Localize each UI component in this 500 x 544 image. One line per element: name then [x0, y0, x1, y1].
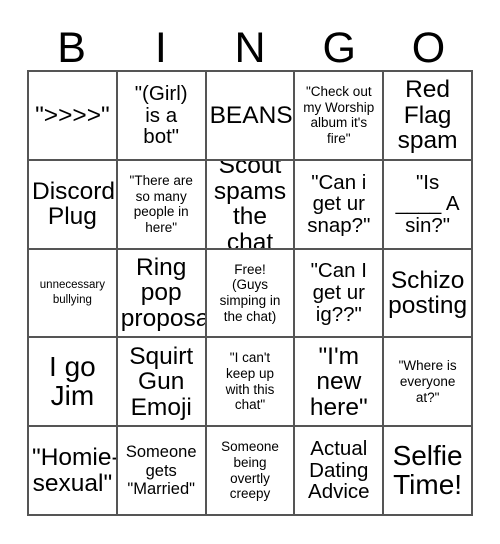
- bingo-cell-g4[interactable]: "I'm new here": [295, 338, 385, 428]
- bingo-header-letter-g: G: [322, 24, 356, 72]
- bingo-cell-b4[interactable]: I go Jim: [29, 338, 118, 428]
- bingo-cell-label: Red Flag spam: [397, 76, 458, 155]
- bingo-cell-label: Free! (Guys simping in the chat): [219, 261, 281, 324]
- bingo-cell-o3[interactable]: Schizo posting: [384, 249, 473, 339]
- bingo-cell-label: Someone being overtly creepy: [221, 439, 279, 502]
- bingo-cell-label: Actual Dating Advice: [308, 437, 370, 504]
- bingo-cell-label: "Can i get ur snap?": [307, 170, 371, 238]
- bingo-cell-n3[interactable]: Free! (Guys simping in the chat): [206, 249, 296, 339]
- bingo-cell-label: Squirt Gun Emoji: [129, 342, 194, 421]
- bingo-cell-label: I go Jim: [49, 351, 96, 411]
- bingo-cell-i2[interactable]: "There are so many people in here": [117, 160, 207, 250]
- bingo-cell-label: "There are so many people in here": [129, 172, 193, 235]
- bingo-cell-g5[interactable]: Actual Dating Advice: [295, 427, 385, 516]
- bingo-cell-i5[interactable]: Someone gets "Married": [117, 427, 207, 516]
- bingo-cell-label: "Check out my Worship album it's fire": [303, 84, 375, 147]
- bingo-cell-label: "Homie- sexual": [32, 444, 118, 497]
- bingo-cell-b5[interactable]: "Homie- sexual": [29, 427, 118, 516]
- bingo-cell-o2[interactable]: "Is ____ A sin?": [384, 160, 473, 250]
- bingo-cell-o4[interactable]: "Where is everyone at?": [384, 338, 473, 428]
- bingo-cell-label: "Is ____ A sin?": [395, 170, 460, 238]
- bingo-cell-label: Discord Plug: [32, 177, 116, 231]
- bingo-header-letter-n: N: [234, 24, 266, 72]
- bingo-header-letter-o: O: [411, 24, 446, 72]
- bingo-cell-label: "I'm new here": [309, 342, 368, 421]
- bingo-cell-label: BEANS: [209, 101, 293, 129]
- bingo-cell-g3[interactable]: "Can I get ur ig??": [295, 249, 385, 339]
- bingo-cell-label: Selfie Time!: [392, 440, 463, 500]
- bingo-cell-n2[interactable]: Scout spams the chat: [206, 160, 296, 250]
- bingo-cell-i1[interactable]: "(Girl) is a bot": [117, 72, 207, 161]
- bingo-cell-g2[interactable]: "Can i get ur snap?": [295, 160, 385, 250]
- bingo-cell-g1[interactable]: "Check out my Worship album it's fire": [295, 72, 385, 161]
- bingo-header-letter-i: I: [154, 24, 167, 72]
- bingo-cell-label: Schizo posting: [388, 266, 468, 319]
- bingo-cell-label: Scout spams the chat: [213, 160, 287, 250]
- bingo-cell-o5[interactable]: Selfie Time!: [384, 427, 473, 516]
- bingo-cell-n5[interactable]: Someone being overtly creepy: [206, 427, 296, 516]
- bingo-cell-label: "Can I get ur ig??": [310, 259, 367, 326]
- bingo-header-row: B I N G O: [27, 14, 473, 70]
- bingo-cell-label: "I can't keep up with this chat": [225, 350, 275, 413]
- bingo-header-letter-b: B: [57, 24, 86, 72]
- bingo-cell-label: unnecessary bullying: [39, 279, 105, 306]
- bingo-cell-i3[interactable]: Ring pop proposal: [117, 249, 207, 339]
- bingo-cell-label: "(Girl) is a bot": [134, 81, 188, 149]
- bingo-cell-n1[interactable]: BEANS: [206, 72, 296, 161]
- bingo-cell-o1[interactable]: Red Flag spam: [384, 72, 473, 161]
- bingo-cell-b2[interactable]: Discord Plug: [29, 160, 118, 250]
- bingo-cell-label: Ring pop proposal: [120, 253, 207, 332]
- bingo-cell-label: Someone gets "Married": [125, 443, 197, 498]
- bingo-card: B I N G O ">>>>" "(Girl) is a bot" BEANS "C…: [0, 0, 500, 544]
- bingo-cell-label: ">>>>": [35, 101, 110, 129]
- bingo-cell-b3[interactable]: unnecessary bullying: [29, 249, 118, 339]
- bingo-cell-b1[interactable]: ">>>>": [29, 72, 118, 161]
- bingo-cell-label: "Where is everyone at?": [398, 358, 457, 405]
- bingo-cell-n4[interactable]: "I can't keep up with this chat": [206, 338, 296, 428]
- bingo-grid: ">>>>" "(Girl) is a bot" BEANS "Check out m…: [27, 70, 473, 516]
- bingo-cell-i4[interactable]: Squirt Gun Emoji: [117, 338, 207, 428]
